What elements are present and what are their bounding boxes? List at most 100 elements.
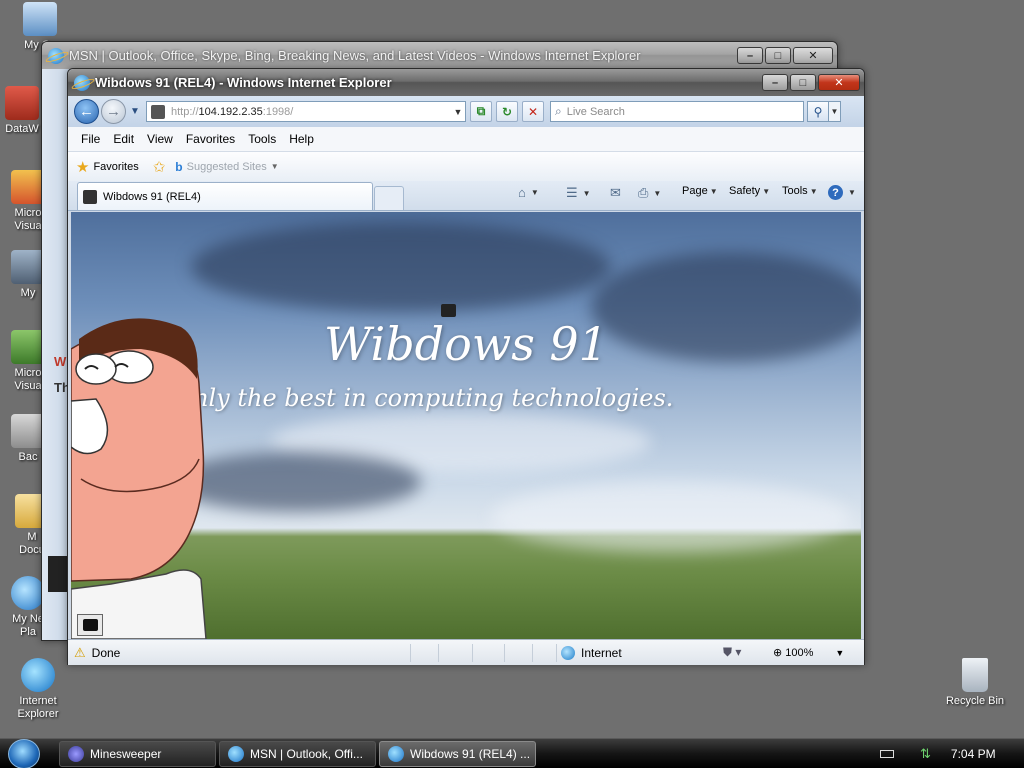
status-bar: ⚠ Done Internet ⛊ ▾ ⊕ 100% ▼	[68, 639, 864, 665]
system-tray: ⇅ 7:04 PM	[880, 739, 996, 768]
search-input[interactable]: ⌕ Live Search	[550, 101, 804, 122]
clock[interactable]: 7:04 PM	[951, 747, 996, 761]
close-button[interactable]: ✕	[793, 47, 833, 64]
taskbar-button-minesweeper[interactable]: Minesweeper	[59, 741, 216, 767]
page-menu-button[interactable]: Page ▼	[682, 185, 718, 197]
chevron-down-icon: ▼	[809, 186, 818, 196]
address-dropdown[interactable]: ▼	[451, 107, 465, 117]
search-button[interactable]: ⚲	[807, 101, 829, 122]
visual-studio-icon	[11, 170, 45, 204]
status-divider	[472, 644, 473, 662]
tools-menu-label: Tools	[782, 185, 808, 197]
menu-bar: File Edit View Favorites Tools Help	[68, 127, 864, 152]
address-host: 104.192.2.35	[198, 105, 263, 118]
read-mail-button[interactable]: ✉	[610, 185, 624, 201]
recycle-bin-icon	[962, 658, 988, 692]
internet-explorer-icon	[228, 746, 244, 762]
forward-button[interactable]: →	[101, 99, 126, 124]
menu-edit[interactable]: Edit	[113, 132, 134, 146]
search-icon: ⌕	[555, 104, 562, 118]
suggested-sites-button[interactable]: Suggested Sites	[187, 161, 267, 173]
sky-cloud	[191, 222, 611, 312]
internet-globe-icon	[561, 645, 575, 660]
add-to-favorites-bar-icon[interactable]: ✩	[153, 158, 166, 176]
home-button[interactable]: ⌂ ▼	[518, 185, 539, 200]
shortcut-icon	[5, 86, 39, 120]
chevron-down-icon: ▼	[709, 186, 718, 196]
msn-window-titlebar[interactable]: MSN | Outlook, Office, Skype, Bing, Brea…	[42, 42, 837, 69]
search-options-dropdown[interactable]: ▼	[829, 101, 841, 122]
internet-explorer-icon	[388, 746, 404, 762]
taskbar-button-wibdows[interactable]: Wibdows 91 (REL4) ...	[379, 741, 536, 767]
taskbar-button-msn[interactable]: MSN | Outlook, Offi...	[219, 741, 376, 767]
close-button[interactable]: ✕	[818, 74, 860, 91]
menu-favorites[interactable]: Favorites	[186, 132, 235, 146]
visual-studio-icon	[11, 330, 45, 364]
safety-menu-button[interactable]: Safety ▼	[729, 185, 770, 197]
minimize-button[interactable]: –	[762, 74, 788, 91]
back-button[interactable]: ←	[74, 99, 99, 124]
computer-icon	[23, 2, 57, 36]
safety-menu-label: Safety	[729, 185, 761, 197]
page-icon-button[interactable]	[77, 614, 103, 636]
desktop-icon-label: Recycle Bin	[945, 695, 1005, 707]
chevron-down-icon[interactable]: ▼	[531, 188, 539, 197]
backup-icon	[11, 414, 45, 448]
zoom-icon: ⊕	[773, 647, 783, 659]
address-bar[interactable]: http:// 104.192.2.35 :1998/ ▼	[146, 101, 466, 122]
favorites-bar: ★ Favorites ✩ b Suggested Sites ▼	[68, 152, 864, 181]
mail-icon: ✉	[610, 185, 621, 200]
minesweeper-icon	[68, 746, 84, 762]
refresh-button[interactable]: ↻	[496, 101, 518, 122]
shortcut-icon	[11, 250, 45, 284]
protected-mode-icon[interactable]: ⛊ ▾	[723, 645, 741, 660]
chevron-down-icon: ▼	[762, 186, 771, 196]
favorites-button[interactable]: Favorites	[93, 161, 138, 173]
menu-tools[interactable]: Tools	[248, 132, 276, 146]
browser-titlebar[interactable]: Wibdows 91 (REL4) - Windows Internet Exp…	[68, 69, 864, 96]
compatibility-view-button[interactable]: ⧉	[470, 101, 492, 122]
taskbar-button-label: Minesweeper	[90, 747, 162, 761]
home-icon: ⌂	[518, 185, 526, 200]
chevron-down-icon[interactable]: ▼	[653, 189, 661, 198]
taskbar-button-label: Wibdows 91 (REL4) ...	[410, 747, 531, 761]
chevron-down-icon[interactable]: ▼	[848, 188, 856, 197]
zoom-level-button[interactable]: ⊕ 100% ▼	[773, 646, 844, 660]
maximize-button[interactable]: □	[765, 47, 791, 64]
msn-window-title: MSN | Outlook, Office, Skype, Bing, Brea…	[69, 48, 641, 63]
chevron-down-icon[interactable]: ▼	[583, 189, 591, 198]
keyboard-icon[interactable]	[880, 750, 894, 758]
help-button[interactable]: ? ▼	[828, 185, 856, 200]
status-divider	[532, 644, 533, 662]
minimize-button[interactable]: –	[737, 47, 763, 64]
tab-wibdows-91[interactable]: Wibdows 91 (REL4)	[77, 182, 373, 210]
security-zone[interactable]: Internet	[561, 645, 622, 660]
status-divider	[438, 644, 439, 662]
wibdows-browser-window[interactable]: Wibdows 91 (REL4) - Windows Internet Exp…	[67, 68, 865, 665]
tools-menu-button[interactable]: Tools ▼	[782, 185, 818, 197]
stop-button[interactable]: ✕	[522, 101, 544, 122]
tab-bar: Wibdows 91 (REL4) ⌂ ▼ ☰ ▼ ✉ ⎙ ▼ Page ▼ Safet…	[68, 181, 864, 211]
start-button[interactable]	[8, 738, 40, 768]
print-button[interactable]: ⎙ ▼	[638, 185, 661, 201]
maximize-button[interactable]: □	[790, 74, 816, 91]
chevron-down-icon[interactable]: ▼	[271, 162, 279, 171]
internet-explorer-icon	[21, 658, 55, 692]
printer-icon: ⎙	[638, 185, 649, 200]
recent-pages-dropdown[interactable]: ▼	[128, 106, 142, 117]
menu-view[interactable]: View	[147, 132, 173, 146]
menu-help[interactable]: Help	[289, 132, 314, 146]
desktop-icon-label: Internet Explorer	[17, 695, 59, 720]
desktop-icon-internet-explorer[interactable]: Internet Explorer	[0, 658, 78, 721]
address-scheme: http://	[171, 105, 199, 118]
desktop-icon-recycle-bin[interactable]: Recycle Bin	[935, 658, 1015, 708]
new-tab-button[interactable]	[374, 186, 404, 210]
status-divider	[504, 644, 505, 662]
chevron-down-icon[interactable]: ▼	[835, 648, 844, 658]
feeds-button[interactable]: ☰ ▼	[566, 185, 591, 201]
rss-feed-icon: ☰	[566, 185, 578, 200]
network-icon[interactable]: ⇅	[920, 746, 931, 762]
internet-explorer-icon	[74, 74, 90, 91]
menu-file[interactable]: File	[81, 132, 100, 146]
taskbar-button-label: MSN | Outlook, Offi...	[250, 747, 363, 761]
